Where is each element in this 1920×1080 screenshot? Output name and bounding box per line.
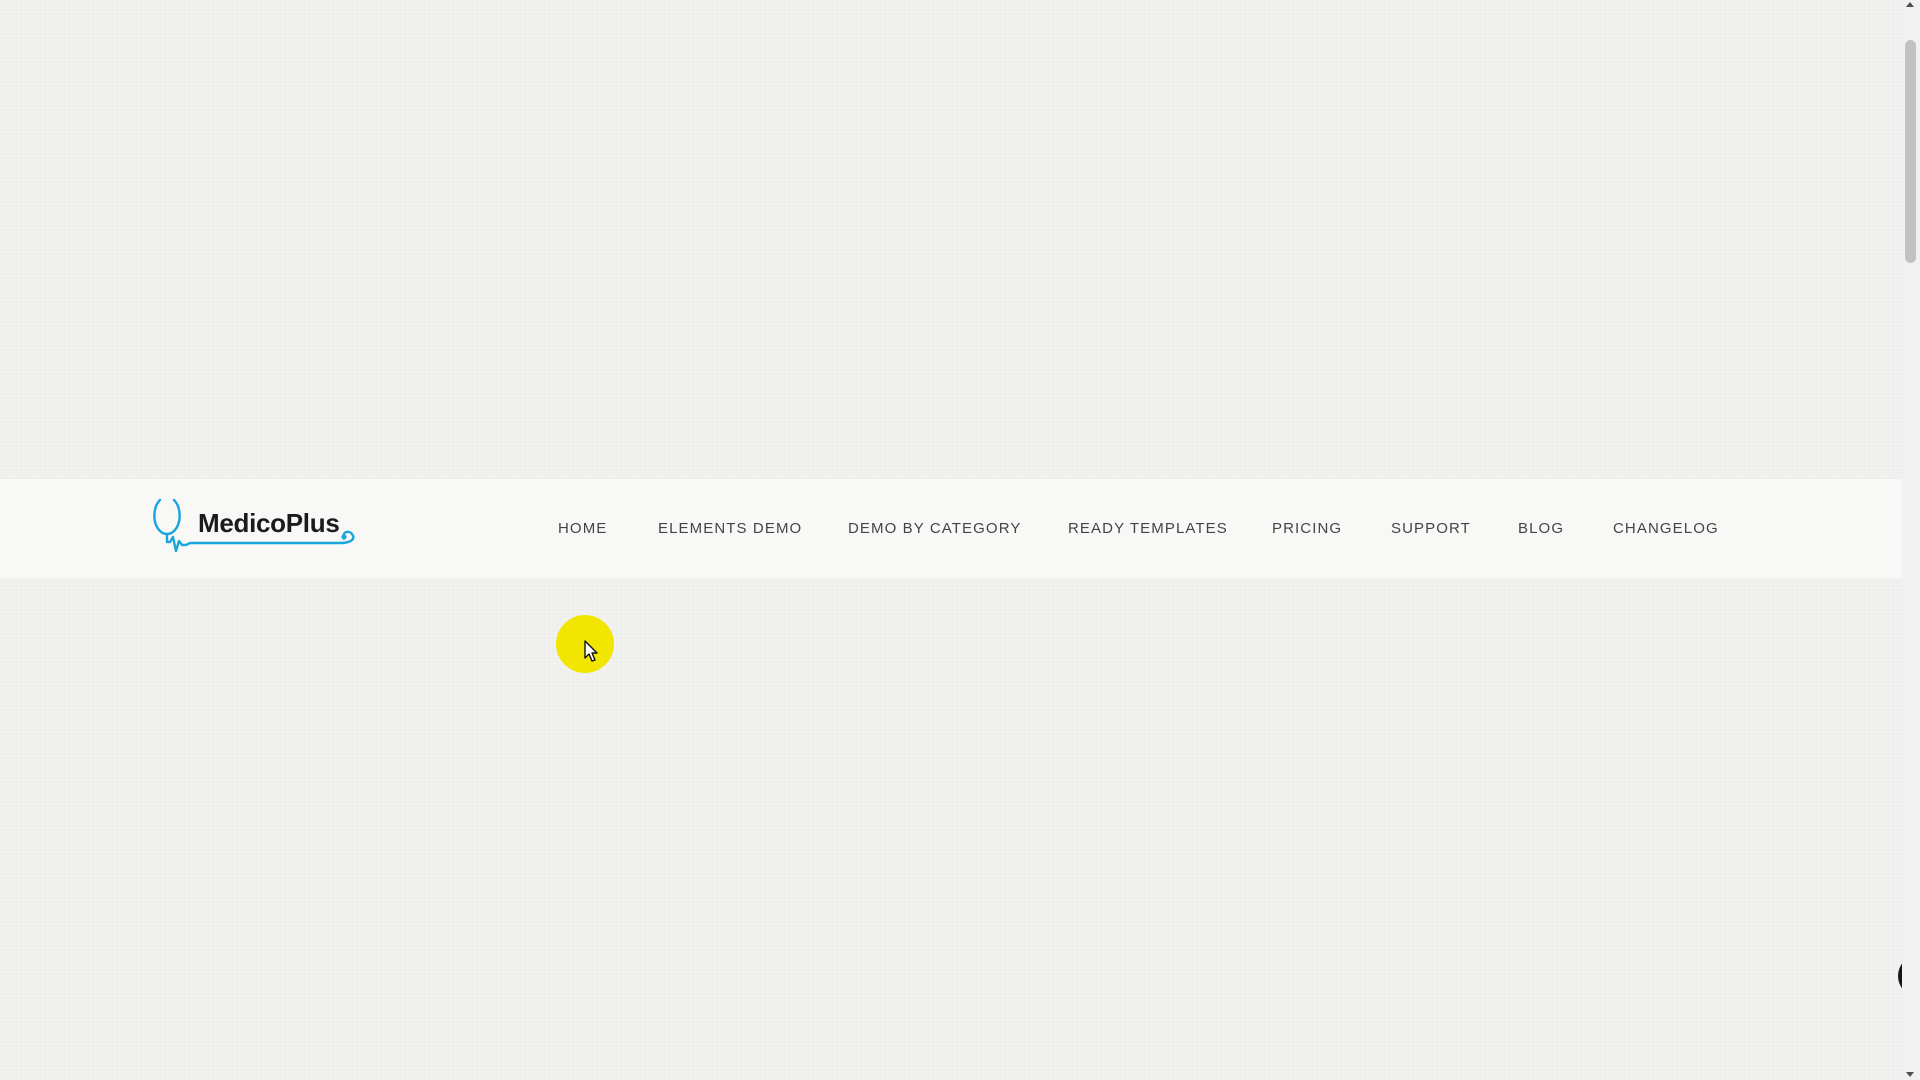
nav-item-elements-demo[interactable]: ELEMENTS DEMO [658,520,802,537]
scroll-up-arrow-icon[interactable] [1906,2,1914,7]
scrollbar-thumb[interactable] [1905,40,1916,263]
nav-item-blog[interactable]: BLOG [1518,520,1564,537]
nav-item-changelog[interactable]: CHANGELOG [1613,520,1719,537]
nav-item-support[interactable]: SUPPORT [1391,520,1471,537]
main-nav: HOME ELEMENTS DEMO DEMO BY CATEGORY READ… [0,479,1902,578]
scroll-down-arrow-icon[interactable] [1906,1072,1914,1077]
nav-item-demo-by-category[interactable]: DEMO BY CATEGORY [848,520,1021,537]
site-header: MedicoPlus HOME ELEMENTS DEMO DEMO BY CA… [0,479,1902,578]
page-scrollbar[interactable] [1902,0,1920,1080]
nav-item-pricing[interactable]: PRICING [1272,520,1342,537]
mouse-pointer-icon [584,640,598,662]
page: MedicoPlus HOME ELEMENTS DEMO DEMO BY CA… [0,0,1902,1080]
nav-item-home[interactable]: HOME [558,520,607,537]
nav-item-ready-templates[interactable]: READY TEMPLATES [1068,520,1228,537]
